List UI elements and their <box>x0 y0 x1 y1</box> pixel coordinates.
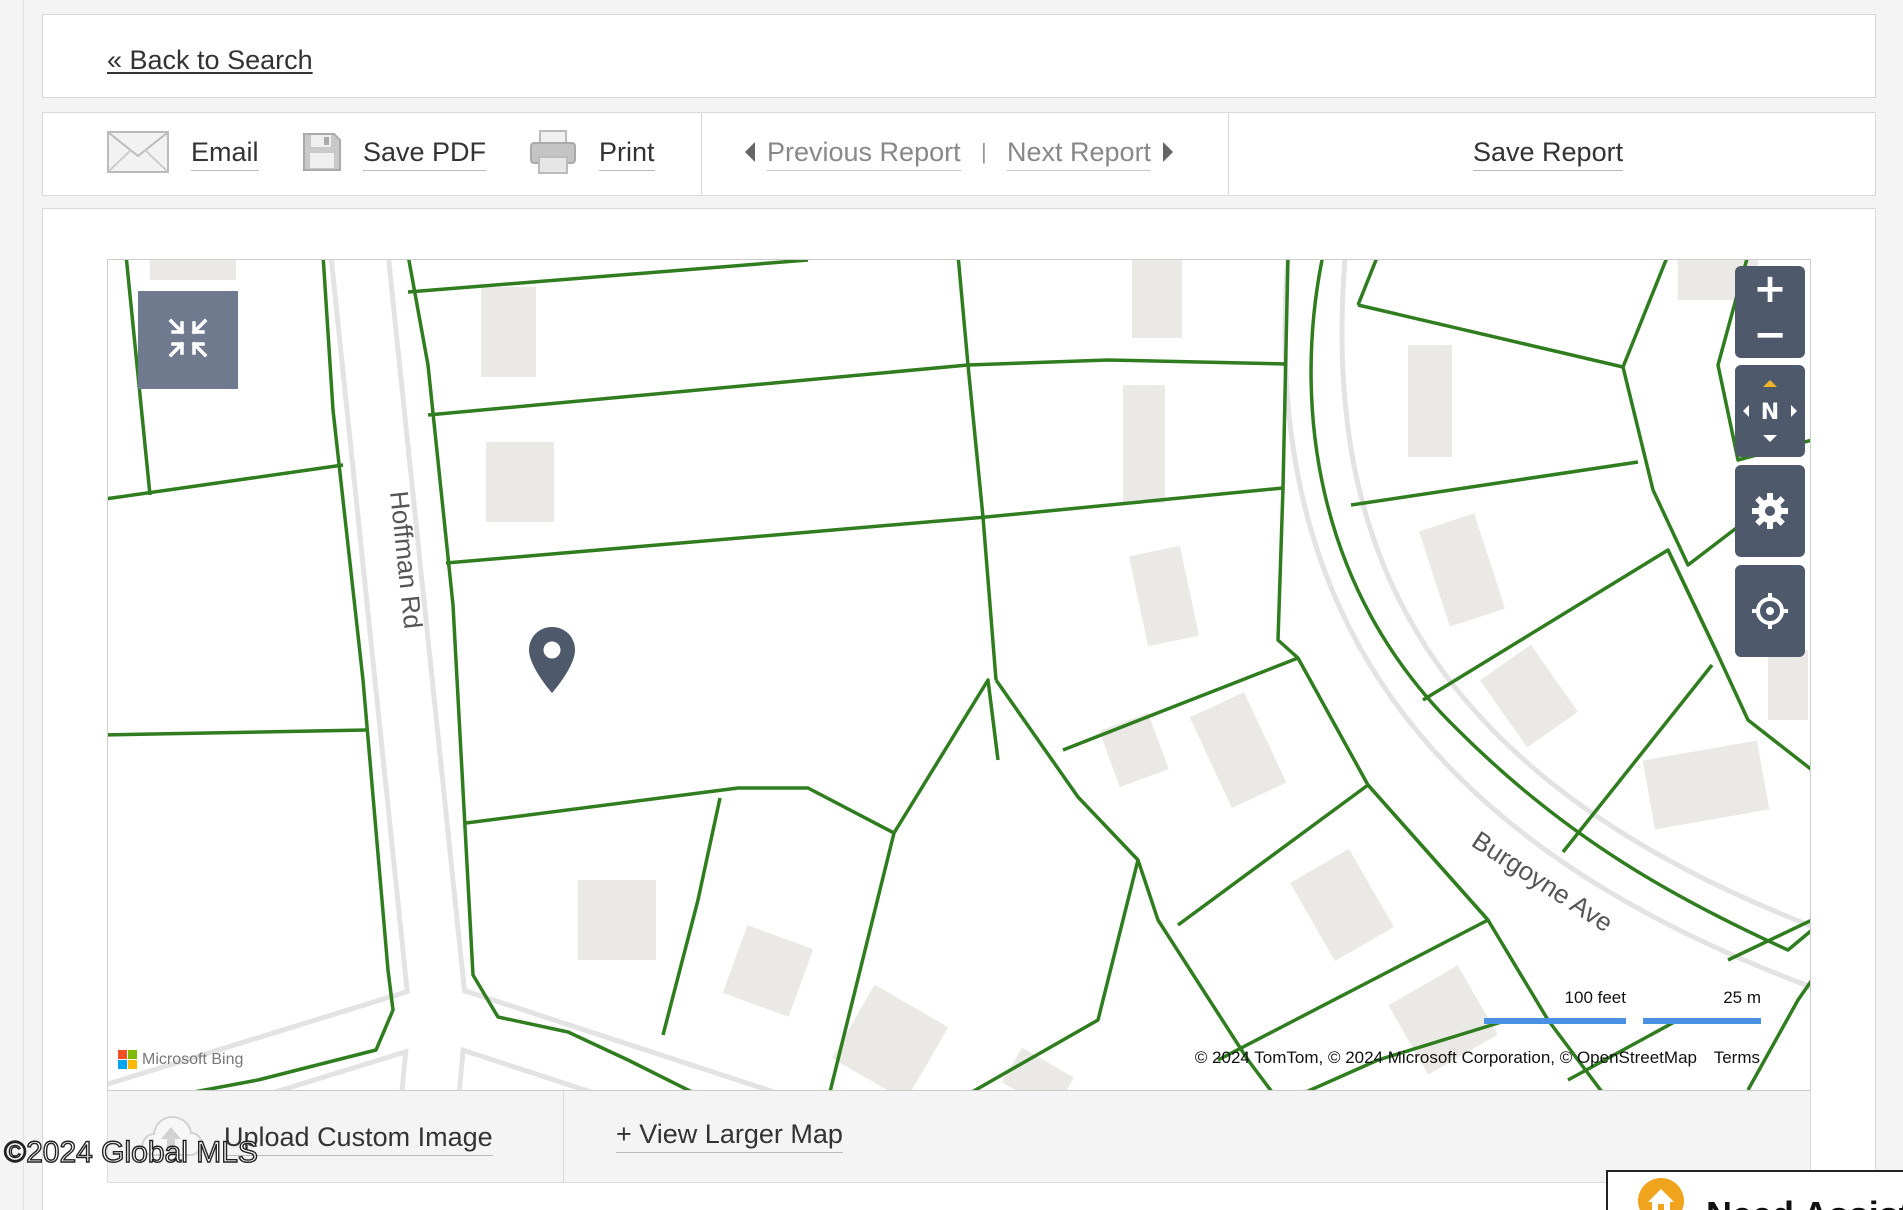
toolbar-divider <box>701 113 702 195</box>
footer-divider <box>563 1091 564 1183</box>
caret-right-icon <box>1161 141 1175 168</box>
save-pdf-button[interactable]: Save PDF <box>301 113 487 195</box>
nav-separator: | <box>981 139 987 164</box>
locate-icon <box>1752 593 1788 629</box>
bing-logo: Microsoft Bing <box>118 1050 243 1069</box>
locate-me-button[interactable] <box>1735 565 1805 657</box>
printer-icon <box>529 129 577 180</box>
previous-report-button[interactable]: Previous Report <box>743 113 961 195</box>
print-label: Print <box>599 137 655 171</box>
next-report-button[interactable]: Next Report <box>1007 113 1175 195</box>
caret-left-icon <box>743 141 757 168</box>
toolbar-divider <box>1228 113 1229 195</box>
collapse-map-button[interactable] <box>138 291 238 389</box>
zoom-out-button[interactable]: − <box>1735 312 1805 358</box>
map-footer: Upload Custom Image + View Larger Map <box>107 1091 1811 1183</box>
scale-bar-metric: 25 m <box>1643 988 1761 1028</box>
scale-bar-imperial: 100 feet <box>1484 988 1626 1028</box>
collapse-icon <box>167 317 209 364</box>
previous-report-label: Previous Report <box>767 137 961 171</box>
save-report-button[interactable]: Save Report <box>1473 113 1624 195</box>
property-marker-icon[interactable] <box>529 627 575 693</box>
compass-icon: N <box>1743 380 1797 442</box>
scale-label-feet: 100 feet <box>1564 988 1626 1007</box>
zoom-in-button[interactable]: + <box>1735 266 1805 312</box>
compass-button[interactable]: N <box>1735 365 1805 457</box>
microsoft-logo-icon <box>118 1050 137 1069</box>
attribution-text: © 2024 TomTom, © 2024 Microsoft Corporat… <box>1194 1048 1697 1067</box>
report-toolbar: Email Save PDF Print Previous Report | N… <box>42 112 1876 196</box>
map-attribution: © 2024 TomTom, © 2024 Microsoft Corporat… <box>1195 1048 1760 1068</box>
gear-icon <box>1752 493 1788 529</box>
parcel-map[interactable]: Hoffman Rd Burgoyne Ave + − N 100 feet 2… <box>107 259 1811 1091</box>
email-label: Email <box>191 137 259 171</box>
envelope-icon <box>107 130 169 179</box>
save-report-label: Save Report <box>1473 137 1624 171</box>
bing-logo-text: Microsoft Bing <box>142 1050 244 1068</box>
upload-custom-image-label: Upload Custom Image <box>224 1122 493 1156</box>
zoom-control: + − <box>1735 266 1805 358</box>
map-panel: Hoffman Rd Burgoyne Ave + − N 100 feet 2… <box>42 208 1876 1210</box>
need-assistance-widget[interactable]: Need Assist <box>1606 1170 1903 1210</box>
compass-label: N <box>1761 400 1779 425</box>
page-left-rail <box>0 0 24 1210</box>
next-report-label: Next Report <box>1007 137 1152 171</box>
scale-label-meters: 25 m <box>1723 988 1761 1007</box>
print-button[interactable]: Print <box>529 113 655 195</box>
back-panel: « Back to Search <box>42 14 1876 98</box>
house-help-icon <box>1636 1176 1686 1210</box>
map-settings-button[interactable] <box>1735 465 1805 557</box>
map-tiles: Hoffman Rd Burgoyne Ave <box>108 260 1810 1090</box>
copyright-watermark: ©2024 Global MLS <box>3 1135 258 1169</box>
need-assistance-label: Need Assist <box>1706 1194 1903 1210</box>
view-larger-map-link[interactable]: + View Larger Map <box>616 1119 843 1153</box>
back-to-search-link[interactable]: « Back to Search <box>107 45 313 76</box>
terms-link[interactable]: Terms <box>1714 1048 1760 1067</box>
save-pdf-label: Save PDF <box>363 137 487 171</box>
email-button[interactable]: Email <box>107 113 259 195</box>
floppy-disk-icon <box>301 131 343 178</box>
